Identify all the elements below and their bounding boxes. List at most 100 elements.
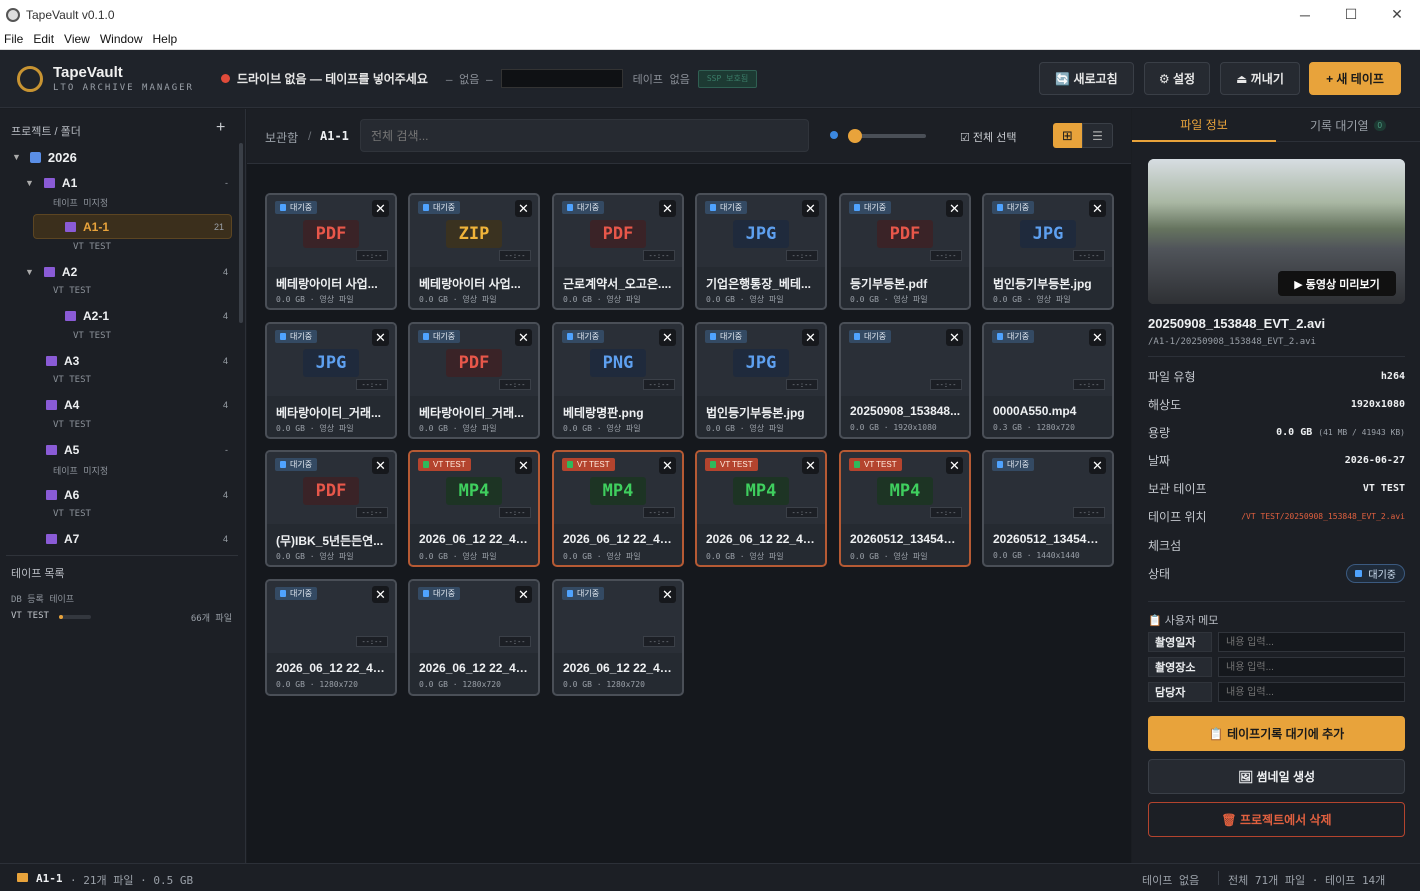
select-all-checkbox[interactable]: ☑ 전체 선택: [960, 129, 1016, 145]
remove-file-button[interactable]: ✕: [946, 200, 963, 217]
remove-file-button[interactable]: ✕: [372, 586, 389, 603]
add-to-queue-button[interactable]: 📋 테이프기록 대기에 추가: [1148, 716, 1405, 751]
list-view-button[interactable]: ☰: [1082, 123, 1113, 148]
video-preview[interactable]: ▶ 동영상 미리보기: [1148, 159, 1405, 304]
zoom-slider[interactable]: [848, 129, 926, 143]
file-card[interactable]: JPG 대기중 ✕ --:-- 법인등기부등본.jpg 0.0 GB · 영상 파일: [982, 193, 1114, 310]
tree-item-A1-1[interactable]: A1-1 21: [0, 219, 236, 235]
tree-year-2026[interactable]: ▼ 2026: [0, 149, 236, 165]
tree-item-A1[interactable]: ▼ A1 -: [0, 175, 236, 191]
remove-file-button[interactable]: ✕: [946, 457, 963, 474]
file-card[interactable]: ZIP 대기중 ✕ --:-- 베테랑아이터 사업... 0.0 GB · 영상 파일: [408, 193, 540, 310]
remove-file-button[interactable]: ✕: [946, 329, 963, 346]
tree-item-count: 4: [222, 400, 228, 410]
grid-view-button[interactable]: ⊞: [1053, 123, 1082, 148]
file-card[interactable]: JPG 대기중 ✕ --:-- 기업은행통장_베테... 0.0 GB · 영상 파일: [695, 193, 827, 310]
remove-file-button[interactable]: ✕: [659, 586, 676, 603]
tab-queue[interactable]: 기록 대기열 0: [1276, 109, 1420, 142]
drive-select[interactable]: – 없음 –: [446, 71, 493, 87]
file-card[interactable]: PDF 대기중 ✕ --:-- 등기부등본.pdf 0.0 GB · 영상 파일: [839, 193, 971, 310]
remove-file-button[interactable]: ✕: [802, 457, 819, 474]
file-card[interactable]: PDF 대기중 ✕ --:-- 베타랑아이티_거래... 0.0 GB · 영상 파일: [408, 322, 540, 439]
file-card[interactable]: PDF 대기중 ✕ --:-- 근로계약서_오고은.... 0.0 GB · 영상 파일: [552, 193, 684, 310]
remove-file-button[interactable]: ✕: [1089, 329, 1106, 346]
refresh-button[interactable]: 🔄 새로고침: [1039, 62, 1134, 95]
file-card[interactable]: MP4 VT TEST ✕ --:-- 2026_06_12 22_41 ... 0.0 …: [408, 450, 540, 567]
tree-item-A2-1[interactable]: A2-1 4: [0, 308, 236, 324]
file-card[interactable]: MP4 VT TEST ✕ --:-- 2026_06_12 22_41 ... 0.0 …: [552, 450, 684, 567]
chevron-down-icon[interactable]: ▼: [25, 178, 34, 188]
file-card[interactable]: PNG 대기중 ✕ --:-- 베테랑명판.png 0.0 GB · 영상 파일: [552, 322, 684, 439]
tape-item-vt-test[interactable]: VT TEST 66개 파일: [11, 610, 236, 624]
file-card[interactable]: 대기중 ✕ --:-- 2026_06_12 22_41 ... 0.0 GB · 12…: [265, 579, 397, 696]
clapper-icon: [46, 356, 57, 366]
file-status-badge: 대기중: [562, 201, 605, 214]
remove-file-button[interactable]: ✕: [515, 586, 532, 603]
chevron-down-icon[interactable]: ▼: [12, 152, 21, 162]
remove-file-button[interactable]: ✕: [372, 457, 389, 474]
minimize-button[interactable]: ─: [1282, 0, 1328, 29]
tape-usage-bar: [59, 615, 91, 619]
file-card[interactable]: MP4 VT TEST ✕ --:-- 20260512_134546.... 0.0 G…: [839, 450, 971, 567]
sidebar-scrollbar[interactable]: [239, 143, 243, 323]
file-card[interactable]: MP4 VT TEST ✕ --:-- 2026_06_12 22_41 ... 0.0 …: [695, 450, 827, 567]
chevron-down-icon[interactable]: ▼: [25, 267, 34, 277]
file-status-text: 대기중: [720, 332, 743, 341]
eject-button[interactable]: ⏏ 꺼내기: [1220, 62, 1300, 95]
maximize-button[interactable]: ☐: [1328, 0, 1374, 29]
remove-file-button[interactable]: ✕: [1089, 200, 1106, 217]
file-card[interactable]: 대기중 ✕ --:-- 20250908_153848... 0.0 GB · 1920…: [839, 322, 971, 439]
tab-file-info[interactable]: 파일 정보: [1132, 109, 1276, 142]
memo-date-input[interactable]: [1218, 632, 1405, 652]
remove-file-button[interactable]: ✕: [1089, 457, 1106, 474]
search-input[interactable]: [360, 119, 809, 152]
file-card[interactable]: 대기중 ✕ --:-- 20260512_134546.... 0.0 GB · 144…: [982, 450, 1114, 567]
zoom-slider-thumb[interactable]: [848, 129, 862, 143]
file-status-text: 대기중: [720, 203, 743, 212]
remove-file-button[interactable]: ✕: [802, 200, 819, 217]
clapper-icon: [46, 534, 57, 544]
menu-help[interactable]: Help: [149, 32, 184, 46]
file-card[interactable]: JPG 대기중 ✕ --:-- 베타랑아이티_거래... 0.0 GB · 영상 파일: [265, 322, 397, 439]
file-status-badge: 대기중: [992, 330, 1035, 343]
remove-file-button[interactable]: ✕: [659, 200, 676, 217]
breadcrumb-root[interactable]: 보관함: [265, 129, 298, 146]
memo-place-input[interactable]: [1218, 657, 1405, 677]
tree-item-A5[interactable]: A5 -: [0, 442, 236, 458]
remove-file-button[interactable]: ✕: [515, 200, 532, 217]
file-duration: --:--: [1073, 379, 1105, 390]
tree-item-A4[interactable]: A4 4: [0, 397, 236, 413]
remove-file-button[interactable]: ✕: [372, 200, 389, 217]
generate-thumbnail-button[interactable]: 🖼 썸네일 생성: [1148, 759, 1405, 794]
menu-view[interactable]: View: [60, 32, 96, 46]
remove-file-button[interactable]: ✕: [515, 457, 532, 474]
remove-file-button[interactable]: ✕: [515, 329, 532, 346]
menu-window[interactable]: Window: [96, 32, 149, 46]
remove-file-button[interactable]: ✕: [802, 329, 819, 346]
file-card[interactable]: 대기중 ✕ --:-- 2026_06_12 22_41 ... 0.0 GB · 12…: [408, 579, 540, 696]
video-preview-button[interactable]: ▶ 동영상 미리보기: [1278, 271, 1396, 296]
tree-item-A2[interactable]: ▼ A2 4: [0, 264, 236, 280]
prop-tape: 보관 테이프 VT TEST: [1148, 478, 1405, 498]
delete-from-project-button[interactable]: 🗑 프로젝트에서 삭제: [1148, 802, 1405, 837]
file-card[interactable]: 대기중 ✕ --:-- 0000A550.mp4 0.3 GB · 1280x720: [982, 322, 1114, 439]
file-type-icon: JPG: [733, 349, 789, 377]
remove-file-button[interactable]: ✕: [372, 329, 389, 346]
new-tape-button[interactable]: + 새 테이프: [1309, 62, 1401, 95]
tree-item-A3[interactable]: A3 4: [0, 353, 236, 369]
tree-item-A7[interactable]: A7 4: [0, 531, 236, 547]
memo-owner-input[interactable]: [1218, 682, 1405, 702]
remove-file-button[interactable]: ✕: [659, 329, 676, 346]
prop-resolution: 해상도 1920x1080: [1148, 394, 1405, 414]
close-window-button[interactable]: ✕: [1374, 0, 1420, 29]
file-card[interactable]: JPG 대기중 ✕ --:-- 법인등기부등본.jpg 0.0 GB · 영상 파일: [695, 322, 827, 439]
add-project-button[interactable]: +: [216, 119, 225, 137]
settings-button[interactable]: ⚙ 설정: [1144, 62, 1210, 95]
file-card[interactable]: PDF 대기중 ✕ --:-- (무)IBK_5년든든연... 0.0 GB · 영상 파…: [265, 450, 397, 567]
menu-file[interactable]: File: [0, 32, 29, 46]
file-card[interactable]: PDF 대기중 ✕ --:-- 베테랑아이터 사업... 0.0 GB · 영상 파일: [265, 193, 397, 310]
menu-edit[interactable]: Edit: [29, 32, 60, 46]
tree-item-A6[interactable]: A6 4: [0, 487, 236, 503]
remove-file-button[interactable]: ✕: [659, 457, 676, 474]
file-card[interactable]: 대기중 ✕ --:-- 2026_06_12 22_41 ... 0.0 GB · 12…: [552, 579, 684, 696]
